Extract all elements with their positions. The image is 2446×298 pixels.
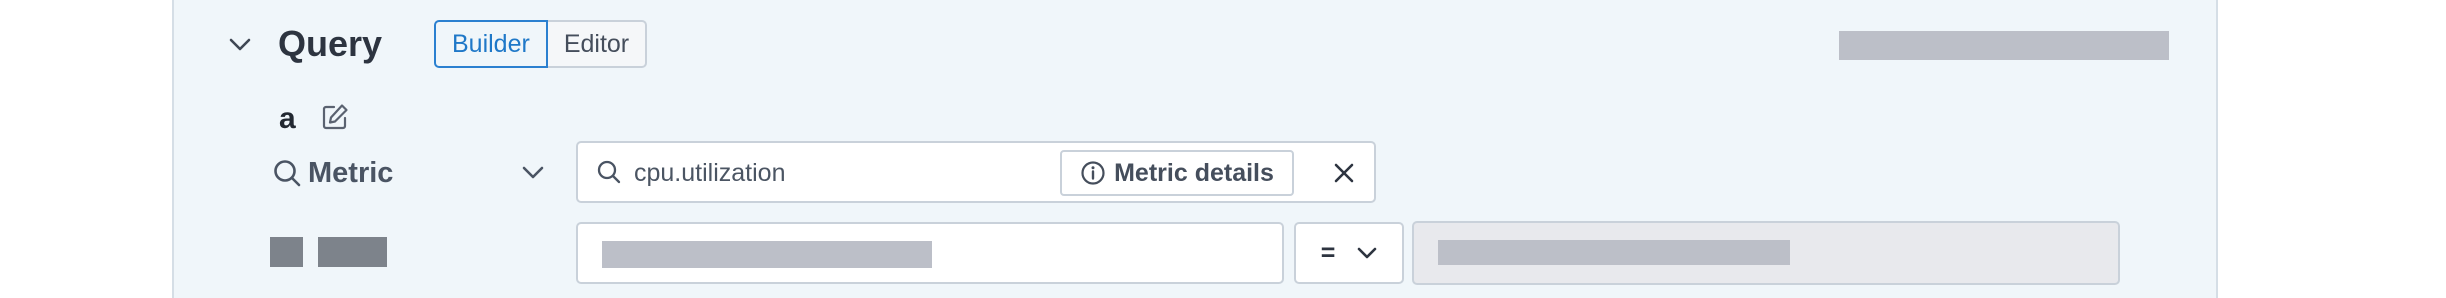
- search-icon: [597, 160, 621, 184]
- metric-search-input[interactable]: [634, 151, 1034, 195]
- chevron-down-icon: [229, 38, 251, 51]
- close-icon: [1334, 163, 1354, 183]
- metric-label: Metric: [308, 156, 394, 189]
- tab-editor[interactable]: Editor: [547, 20, 648, 68]
- query-name: a: [279, 102, 296, 135]
- loading-placeholder: [1438, 240, 1790, 265]
- filter-operator-value: =: [1320, 238, 1336, 267]
- filter-operator-select[interactable]: =: [1294, 222, 1404, 284]
- chevron-down-icon: [522, 166, 544, 179]
- filter-key-field[interactable]: [576, 222, 1284, 284]
- loading-placeholder: [602, 241, 932, 268]
- metric-expand-button[interactable]: [518, 158, 548, 188]
- collapse-query-button[interactable]: [225, 30, 255, 60]
- loading-placeholder: [270, 237, 303, 267]
- info-icon: [1081, 161, 1105, 185]
- metric-details-button[interactable]: Metric details: [1060, 150, 1294, 196]
- filter-value-field[interactable]: [1412, 221, 2120, 285]
- chevron-down-icon: [1357, 247, 1377, 258]
- metric-selector-label[interactable]: Metric: [272, 153, 393, 193]
- metric-search-field: Metric details: [576, 141, 1376, 203]
- loading-placeholder: [318, 237, 387, 267]
- clear-metric-button[interactable]: [1330, 159, 1358, 187]
- edit-query-name-button[interactable]: [320, 102, 350, 132]
- metric-details-label: Metric details: [1114, 158, 1274, 187]
- query-title: Query: [278, 23, 383, 64]
- query-mode-toggle: Builder Editor: [434, 20, 648, 68]
- loading-placeholder: [1839, 31, 2169, 60]
- tab-builder[interactable]: Builder: [434, 20, 548, 68]
- search-icon: [274, 160, 301, 187]
- edit-icon: [322, 104, 348, 130]
